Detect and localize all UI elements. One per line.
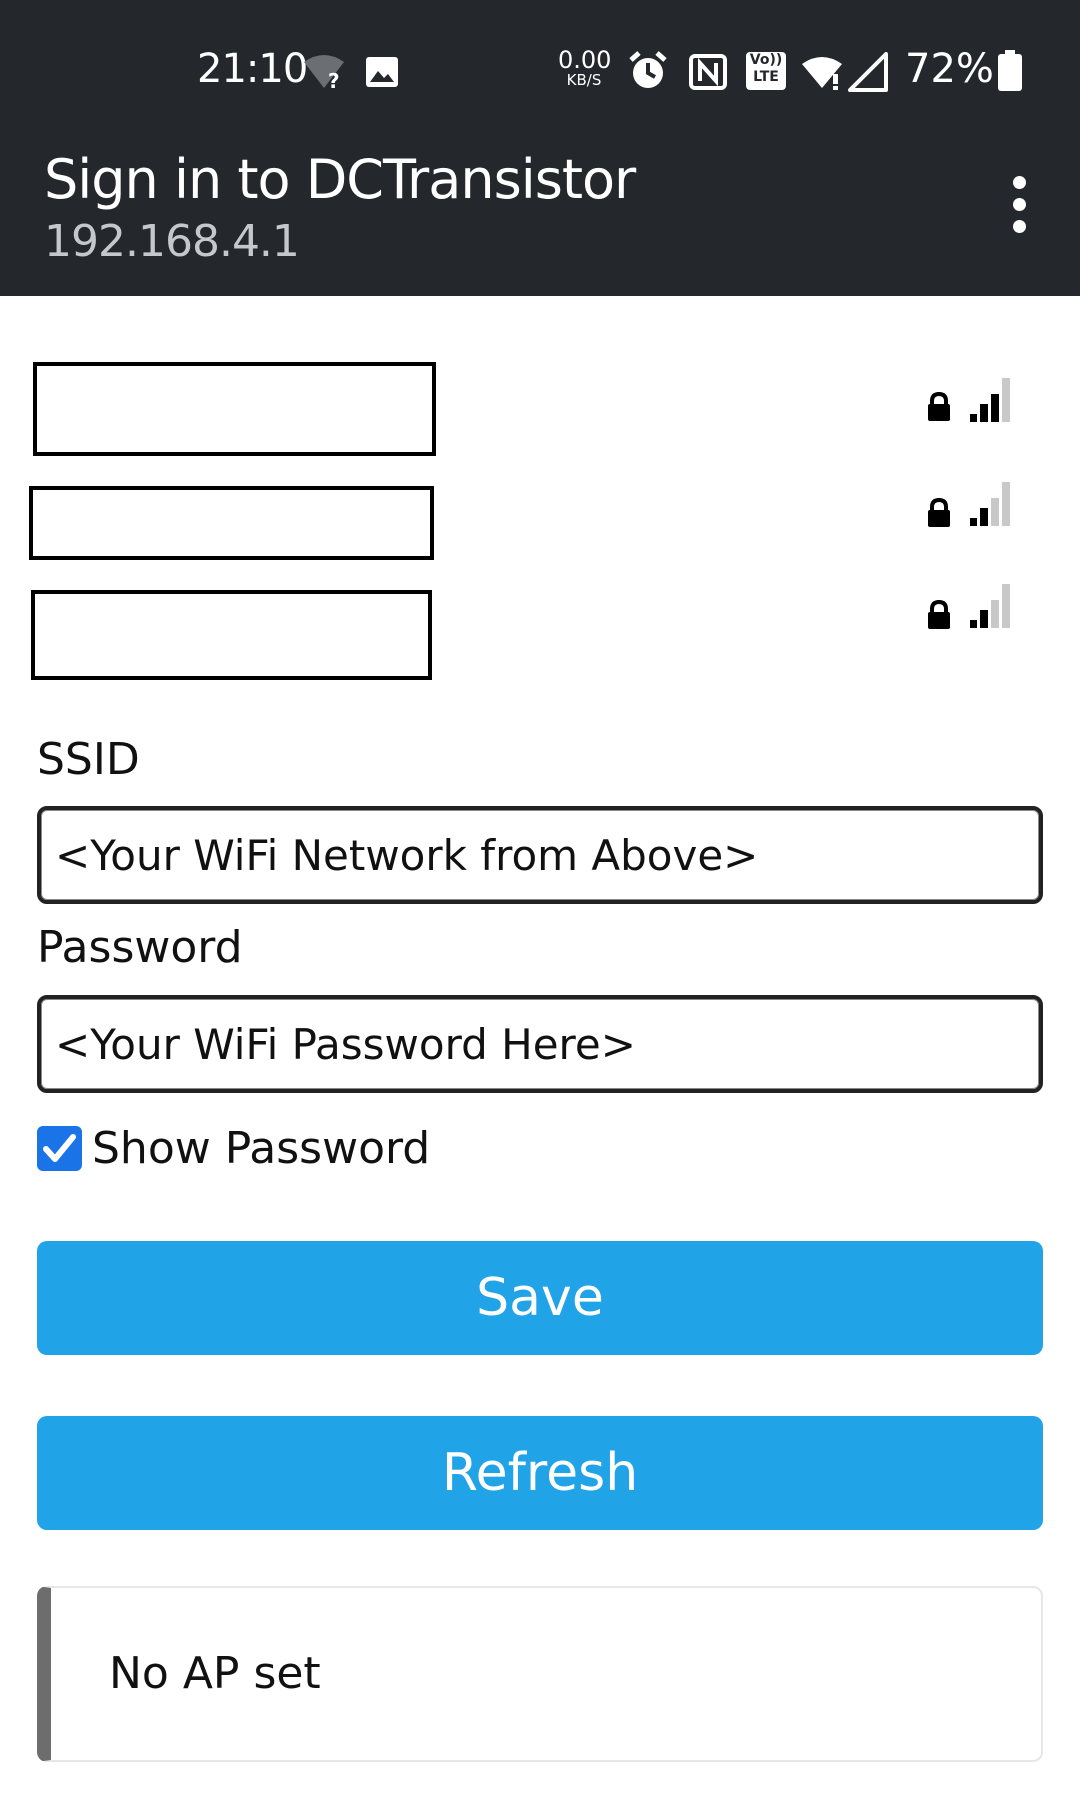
nfc-icon <box>689 54 727 94</box>
show-password-label[interactable]: Show Password <box>92 1123 430 1174</box>
signal-strength-icon <box>970 378 1010 422</box>
page-title: Sign in to DCTransistor <box>44 148 636 211</box>
battery-percent: 72% <box>905 46 994 92</box>
page-url: 192.168.4.1 <box>44 216 300 267</box>
network-item[interactable] <box>0 584 1080 686</box>
data-speed-indicator: 0.00 KB/S <box>558 46 612 89</box>
image-icon <box>365 56 399 92</box>
battery-icon <box>997 50 1023 96</box>
network-name[interactable] <box>29 486 434 560</box>
volte-icon: Vo)) LTE <box>746 52 786 90</box>
lock-icon <box>928 392 950 421</box>
lock-icon <box>928 498 950 527</box>
checkmark-icon <box>43 1133 76 1162</box>
save-button[interactable]: Save <box>37 1241 1043 1355</box>
refresh-button[interactable]: Refresh <box>37 1416 1043 1530</box>
status-message-box: No AP set <box>37 1586 1043 1762</box>
lock-icon <box>928 600 950 629</box>
more-vert-icon[interactable] <box>996 176 1044 256</box>
svg-text:?: ? <box>328 69 340 90</box>
show-password-toggle[interactable]: Show Password <box>37 1118 430 1178</box>
network-name[interactable] <box>33 362 436 456</box>
status-message: No AP set <box>109 1648 321 1699</box>
signal-strength-icon <box>970 482 1010 526</box>
signal-strength-icon <box>970 584 1010 628</box>
password-label: Password <box>37 922 243 973</box>
alarm-icon <box>627 50 669 96</box>
status-time: 21:10 <box>197 46 308 92</box>
status-bar: 21:10 ? 0.00 KB/S Vo)) LTE 72% <box>0 0 1080 142</box>
app-bar: Sign in to DCTransistor 192.168.4.1 <box>0 142 1080 296</box>
show-password-checkbox[interactable] <box>37 1125 82 1171</box>
wifi-icon <box>800 56 844 94</box>
network-item[interactable] <box>0 362 1080 458</box>
wifi-question-icon: ? <box>302 54 346 94</box>
ssid-label: SSID <box>37 734 140 785</box>
password-input[interactable] <box>37 995 1043 1093</box>
network-name[interactable] <box>31 590 432 680</box>
cell-signal-icon <box>848 52 888 96</box>
network-item[interactable] <box>0 482 1080 582</box>
ssid-input[interactable] <box>37 806 1043 904</box>
